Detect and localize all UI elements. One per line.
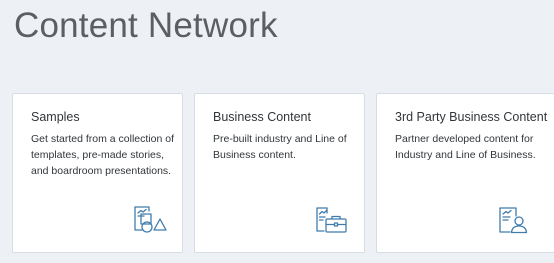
page-title: Content Network bbox=[14, 6, 278, 45]
third-party-content-card[interactable]: 3rd Party Business Content Partner devel… bbox=[376, 93, 554, 253]
content-card-list: Samples Get started from a collection of… bbox=[12, 93, 554, 263]
card-description: Pre-built industry and Line of Business … bbox=[213, 133, 347, 161]
card-description: Partner developed content for Industry a… bbox=[395, 133, 536, 161]
card-title: 3rd Party Business Content bbox=[395, 110, 548, 124]
card-title: Samples bbox=[31, 110, 80, 124]
card-description: Get started from a collection of templat… bbox=[31, 133, 174, 177]
samples-shapes-icon bbox=[132, 204, 168, 234]
samples-card[interactable]: Samples Get started from a collection of… bbox=[12, 93, 183, 253]
business-briefcase-icon bbox=[315, 205, 351, 235]
partner-person-icon bbox=[498, 205, 534, 235]
card-title: Business Content bbox=[213, 110, 311, 124]
business-content-card[interactable]: Business Content Pre-built industry and … bbox=[194, 93, 365, 253]
